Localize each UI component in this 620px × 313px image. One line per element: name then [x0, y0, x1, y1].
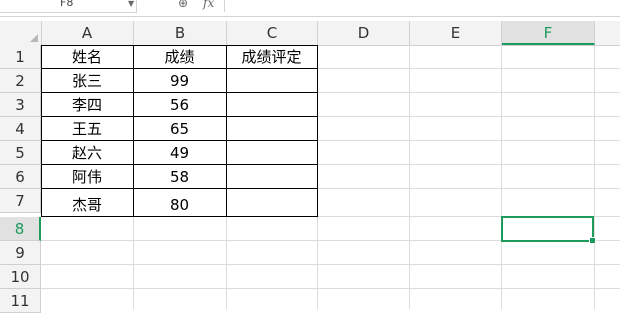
row-header-9[interactable]: 9 — [0, 241, 41, 265]
cell-a6[interactable]: 阿伟 — [41, 165, 133, 189]
cell-b4[interactable]: 65 — [133, 117, 226, 141]
column-header-a[interactable]: A — [41, 21, 134, 45]
column-header-b[interactable]: B — [134, 21, 227, 45]
row-header-1[interactable]: 1 — [0, 45, 41, 69]
name-box-value: F8 — [60, 0, 74, 9]
gridline — [41, 288, 620, 289]
cell-b1[interactable]: 成绩 — [133, 45, 226, 69]
formula-input[interactable] — [224, 0, 620, 12]
active-cell-selection[interactable] — [501, 216, 596, 244]
gridline — [409, 45, 410, 309]
row-header-11[interactable]: 11 — [0, 289, 41, 313]
cell-c1[interactable]: 成绩评定 — [226, 45, 317, 69]
row-header-4[interactable]: 4 — [0, 117, 41, 141]
row-header-3[interactable]: 3 — [0, 93, 41, 117]
column-header-d[interactable]: D — [318, 21, 410, 45]
gridline — [594, 45, 595, 309]
column-header-c[interactable]: C — [227, 21, 318, 45]
gridline — [41, 264, 620, 265]
fill-handle[interactable] — [589, 237, 596, 244]
cell-b6[interactable]: 58 — [133, 165, 226, 189]
table-border — [226, 45, 227, 217]
row-header-5[interactable]: 5 — [0, 141, 41, 165]
cell-b5[interactable]: 49 — [133, 141, 226, 165]
row-header-2[interactable]: 2 — [0, 69, 41, 93]
select-all-corner[interactable] — [0, 21, 42, 45]
cell-a1[interactable]: 姓名 — [41, 45, 133, 69]
row-header-8[interactable]: 8 — [0, 217, 41, 241]
cell-a2[interactable]: 张三 — [41, 69, 133, 93]
column-header-e[interactable]: E — [410, 21, 502, 45]
cell-a4[interactable]: 王五 — [41, 117, 133, 141]
cell-b3[interactable]: 56 — [133, 93, 226, 117]
cell-a3[interactable]: 李四 — [41, 93, 133, 117]
select-all-icon — [30, 34, 38, 42]
fx-icon[interactable]: fx — [203, 0, 214, 10]
row-header-7[interactable]: 7 — [0, 189, 41, 213]
cell-b2[interactable]: 99 — [133, 69, 226, 93]
chevron-down-icon[interactable]: ▼ — [128, 0, 134, 9]
formula-bar: F8 ▼ ⊕ fx — [0, 0, 620, 17]
column-header-row: A B C D E F — [0, 21, 620, 46]
cell-b7[interactable]: 80 — [133, 193, 226, 217]
name-box[interactable]: F8 ▼ — [0, 0, 137, 13]
cell-a7[interactable]: 杰哥 — [41, 193, 133, 217]
column-header-f[interactable]: F — [502, 21, 595, 45]
zoom-icon[interactable]: ⊕ — [178, 0, 188, 10]
row-header-10[interactable]: 10 — [0, 265, 41, 289]
row-header-6[interactable]: 6 — [0, 165, 41, 189]
cell-a5[interactable]: 赵六 — [41, 141, 133, 165]
gridline — [501, 45, 502, 309]
cell-grid[interactable]: 姓名 成绩 成绩评定 张三 99 李四 56 王五 65 赵六 49 阿伟 58… — [41, 45, 620, 309]
